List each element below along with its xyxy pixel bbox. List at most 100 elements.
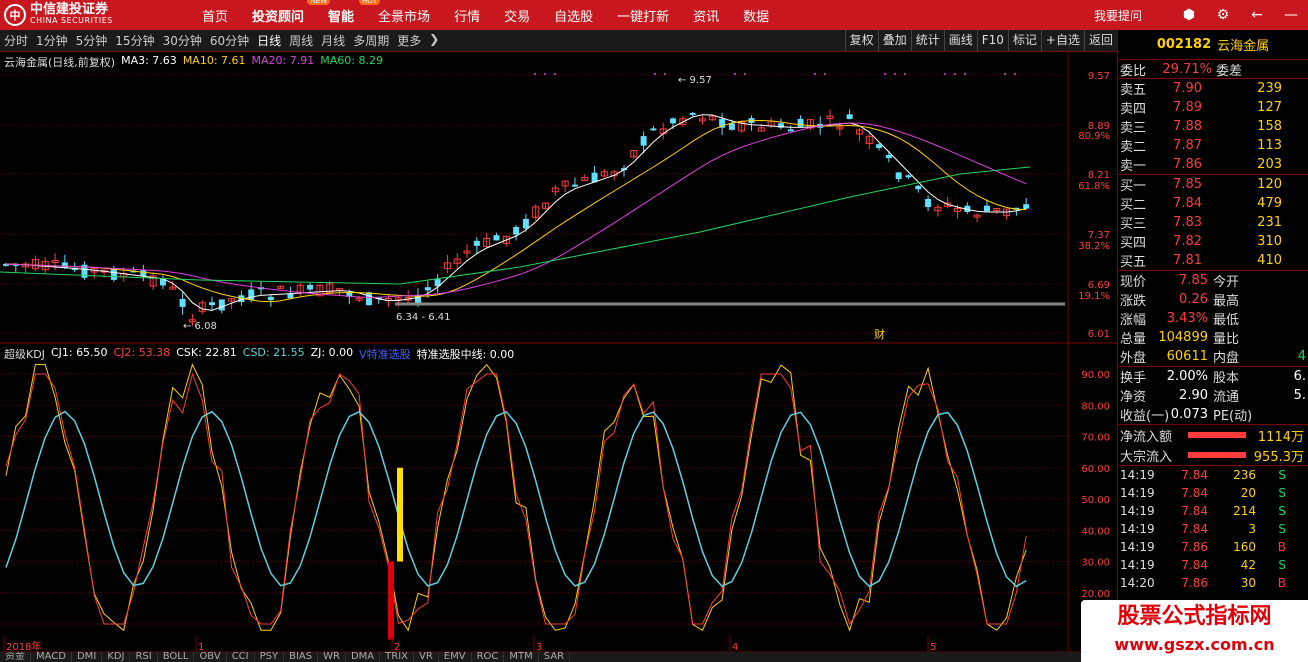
indicator-tab-6[interactable]: OBV [194,652,227,662]
tick-row: 14:19 7.84 3 S [1120,522,1286,536]
pct-axis-label: 61.8% [1078,181,1110,192]
ma60-line [0,166,1031,285]
nav-item-1[interactable]: 投资顾问 NEW [240,0,331,25]
candle-body [287,293,294,299]
signal-dot [554,73,556,75]
nav-item-8[interactable]: 资讯 [681,6,731,25]
gear-icon[interactable]: ⚙ [1206,0,1240,30]
period-tab-9[interactable]: 多周期 [349,32,393,49]
period-tab-0[interactable]: 分时 [0,32,32,49]
logo-cn: 中信建投证券 [30,2,109,17]
toolbar-button-1[interactable]: 叠加 [877,30,911,51]
ma-line [5,114,1027,311]
stat-row: 涨跌 0.26 最高 [1120,292,1240,309]
asks-row[interactable]: 卖三 7.88 158 [1118,117,1308,136]
brand-logo[interactable]: 中 中信建投证券 CHINA SECURITIES [0,0,170,30]
indicator-tabs: 资金 MACD DMI KDJ RSI BOLL OBV CCI PSY BIAS WR DMA TRI… [0,652,1117,662]
period-tab-8[interactable]: 月线 [317,32,349,49]
bids-row[interactable]: 买五 7.81 410 [1118,251,1308,270]
kdj-axis-label: 60.00 [1081,464,1110,475]
main-chart-title: 云海金属(日线,前复权) [4,56,116,69]
more-chevron-icon[interactable]: ❯ [425,32,443,49]
toolbar-button-2[interactable]: 统计 [910,30,944,51]
ma-line [5,122,1027,298]
flow-row: 净流入额 1114万 [1120,429,1304,445]
minimize-icon[interactable]: — [1274,0,1308,30]
period-tab-3[interactable]: 15分钟 [111,32,158,49]
signal-dot [1014,73,1016,75]
stat-row: 外盘 60611 内盘 4 [1120,349,1306,366]
chart-area[interactable]: 9.57 8.89 8.21 7.37 6.69 6.01 80.9% 61.8% 38.2% 1… [0,52,1117,662]
asks-row[interactable]: 卖二 7.87 113 [1118,136,1308,155]
tick-list[interactable]: 14:19 7.84 236 S 14:19 7.84 20 S 14:19 7.84 214 S 14… [1118,466,1308,592]
nav-item-9[interactable]: 数据 [731,6,781,25]
indicator-tab-9[interactable]: BIAS [284,652,319,662]
nav-item-4[interactable]: 行情 [442,6,492,25]
candle-body [983,205,990,212]
nav-item-0[interactable]: 首页 [190,6,240,25]
bids-row[interactable]: 买一 7.85 120 [1118,175,1308,194]
back-arrow-icon[interactable]: ← [1240,0,1274,30]
candle-body [571,184,578,187]
asks-row[interactable]: 卖五 7.90 239 [1118,79,1308,98]
kdj-axis-label: 20.00 [1081,589,1110,600]
indicator-tab-11[interactable]: DMA [346,652,381,662]
period-tab-6[interactable]: 日线 [253,32,285,49]
toolbar-button-3[interactable]: 画线 [943,30,977,51]
toolbar-button-6[interactable]: +自选 [1040,30,1084,51]
indicator-tab-16[interactable]: MTM [504,652,539,662]
candle-body [424,287,431,291]
candle-body [728,123,735,130]
indicator-tab-15[interactable]: ROC [472,652,505,662]
period-toolbar: 分时 1分钟 5分钟 15分钟 30分钟 60分钟 日线 周线 月线 多周期 更多 ❯ 复权 叠加 统计画… [0,30,1117,52]
pct-axis-label: 38.2% [1078,241,1110,252]
signal-dot [944,73,946,75]
period-tab-10[interactable]: 更多 [393,32,425,49]
indicator-tab-12[interactable]: TRIX [380,652,414,662]
asks-row[interactable]: 卖一 7.86 203 [1118,155,1308,174]
nav-item-2[interactable]: 智能 HOT [316,0,381,25]
toolbar-button-4[interactable]: F10 [976,30,1008,51]
period-tab-2[interactable]: 5分钟 [72,32,112,49]
indicator-tab-10[interactable]: WR [318,652,346,662]
period-tab-1[interactable]: 1分钟 [32,32,72,49]
indicator-tab-5[interactable]: BOLL [158,652,195,662]
asks-row[interactable]: 卖四 7.89 127 [1118,98,1308,117]
signal-dot [954,73,956,75]
period-tab-5[interactable]: 60分钟 [206,32,253,49]
nav-item-6[interactable]: 自选股 [542,6,605,25]
indicator-tab-4[interactable]: RSI [130,652,158,662]
candle-body [267,296,274,301]
toolbar-button-7[interactable]: 返回 [1083,30,1117,51]
indicator-tab-17[interactable]: SAR [539,652,571,662]
indicator-tab-2[interactable]: DMI [72,652,103,662]
indicator-tab-8[interactable]: PSY [255,652,285,662]
candle-body [670,118,677,124]
indicator-tab-0[interactable]: 资金 [0,652,31,662]
candle-body [513,226,520,235]
signal-dot [904,73,906,75]
candle-body [689,112,696,115]
indicator-tab-14[interactable]: EMV [439,652,472,662]
period-tab-7[interactable]: 周线 [285,32,317,49]
nav-item-3[interactable]: 全景市场 [366,6,442,25]
nav-item-7[interactable]: 一键打新 [605,6,681,25]
nav-item-5[interactable]: 交易 [492,6,542,25]
tick-row: 14:20 7.86 30 B [1120,576,1286,590]
toolbar-button-0[interactable]: 复权 [844,30,878,51]
indicator-tab-1[interactable]: MACD [31,652,72,662]
ask-question-link[interactable]: 我要提问 [1094,7,1142,24]
indicator-tab-7[interactable]: CCI [227,652,255,662]
pct-axis-label: 19.1% [1078,291,1110,302]
bids-row[interactable]: 买二 7.84 479 [1118,194,1308,213]
toolbar-button-5[interactable]: 标记 [1007,30,1041,51]
stock-header: 002182 云海金属 [1118,30,1308,60]
indicator-tab-3[interactable]: KDJ [102,652,131,662]
bids-row[interactable]: 买四 7.82 310 [1118,232,1308,251]
indicator-tab-13[interactable]: VR [414,652,439,662]
bids-row[interactable]: 买三 7.83 231 [1118,213,1308,232]
capital-flow: 净流入额 1114万 大宗流入 955.3万 [1118,425,1308,466]
box-icon[interactable]: ⬢ [1172,0,1206,30]
bid-book: 买一 7.85 120 买二 7.84 479 买三 7.83 231 买四 7.82 310 买五 7.… [1118,175,1308,271]
period-tab-4[interactable]: 30分钟 [159,32,206,49]
